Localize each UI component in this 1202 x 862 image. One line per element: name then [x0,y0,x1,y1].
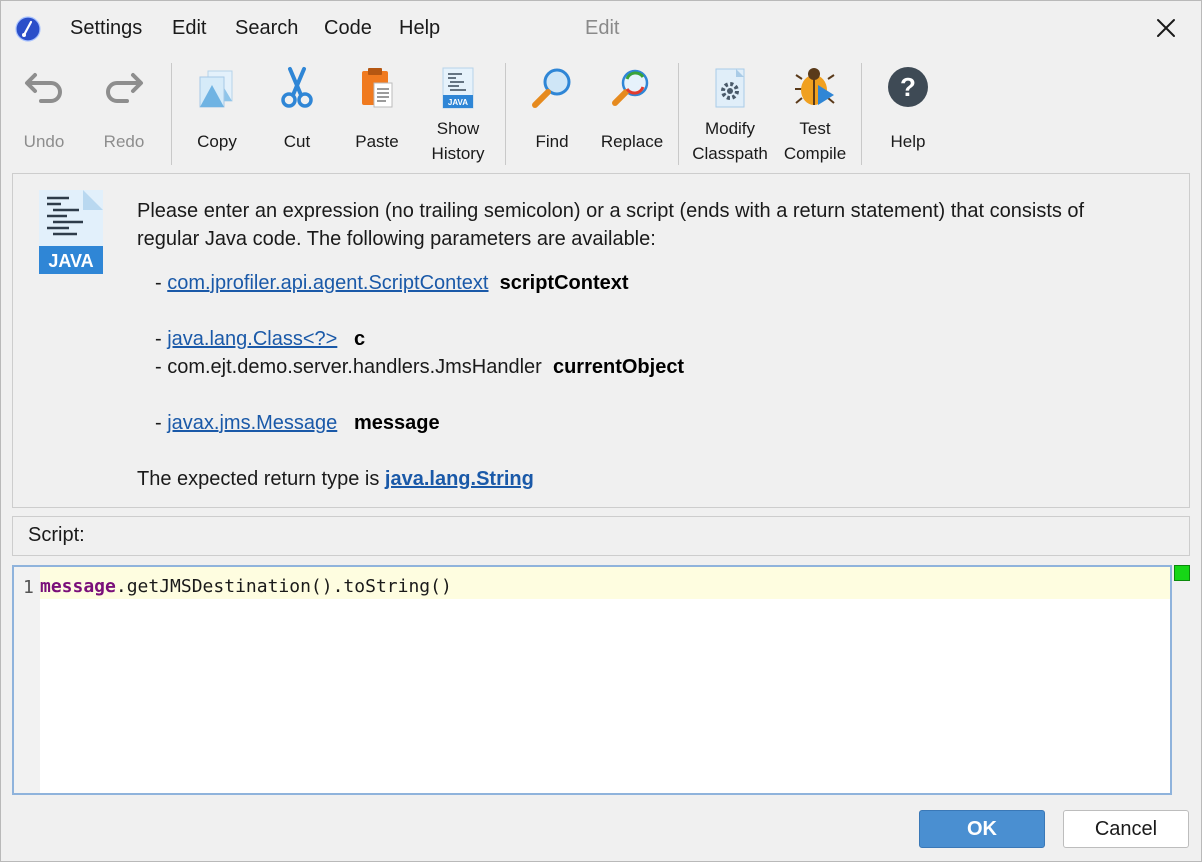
show-history-label-line1: Show [436,119,480,138]
cut-label: Cut [283,132,311,151]
intro-text-line2: regular Java code. The following paramet… [137,228,656,250]
line-number-gutter: 1 [14,567,40,793]
toolbar-separator [861,63,862,165]
copy-button[interactable]: Copy [182,57,252,169]
java-file-icon: JAVA [39,190,103,274]
param-type-link[interactable]: com.jprofiler.api.agent.ScriptContext [167,272,488,294]
replace-button[interactable]: Replace [596,57,668,169]
undo-button[interactable]: Undo [9,57,79,169]
menu-search[interactable]: Search [235,17,298,40]
copy-icon [199,70,233,108]
param-type-link[interactable]: javax.jms.Message [167,412,337,434]
cancel-button[interactable]: Cancel [1063,810,1189,848]
param-type: com.ejt.demo.server.handlers.JmsHandler [167,356,542,378]
magnifier-icon [532,68,571,108]
script-label: Script: [28,524,85,546]
edit-dialog: Settings Edit Search Code Help Edit Undo… [0,0,1202,862]
modify-classpath-button[interactable]: Modify Classpath [689,57,771,169]
redo-button[interactable]: Redo [89,57,159,169]
param-dash: - [155,328,168,350]
ok-button[interactable]: OK [919,810,1045,848]
param-row: - java.lang.Class<?> c [155,325,365,353]
return-type-text: The expected return type is java.lang.St… [137,465,534,493]
info-panel: JAVA Please enter an expression (no trai… [12,173,1190,508]
undo-icon [25,73,62,103]
param-name: scriptContext [499,272,629,294]
help-button[interactable]: ? Help [873,57,943,169]
java-history-icon: JAVA [442,67,474,109]
param-dash: - [155,412,168,434]
show-history-label-line2: History [431,144,485,163]
param-dash: - [155,356,168,378]
param-name: currentObject [552,356,685,378]
window-title: Edit [585,17,620,39]
copy-label: Copy [197,132,237,151]
toolbar-separator [171,63,172,165]
app-logo-icon [15,16,41,42]
param-row: - javax.jms.Message message [155,409,440,437]
classpath-gear-icon [715,68,745,108]
param-dash: - [155,272,168,294]
help-label: Help [890,132,926,151]
bug-icon [795,68,835,105]
test-compile-label-line2: Compile [783,144,847,163]
redo-label: Redo [103,132,145,151]
menu-code[interactable]: Code [324,17,372,40]
find-label: Find [535,132,569,151]
redo-icon [106,73,143,103]
intro-text-line1: Please enter an expression (no trailing … [137,200,1085,222]
status-ok-indicator [1174,565,1190,581]
test-compile-label-line1: Test [799,119,831,138]
script-editor[interactable]: 1 message.getJMSDestination().toString() [12,565,1172,795]
test-compile-label: Test Compile [777,116,853,166]
replace-label: Replace [600,132,664,151]
param-row: - com.jprofiler.api.agent.ScriptContext … [155,269,629,297]
modify-classpath-label-line1: Modify [704,119,756,138]
paste-label: Paste [355,132,399,151]
title-bar: Settings Edit Search Code Help Edit [1,1,1201,57]
line-number: 1 [23,577,34,598]
svg-text:JAVA: JAVA [448,98,468,107]
paste-button[interactable]: Paste [342,57,412,169]
scissors-icon [281,67,313,108]
return-type-prefix: The expected return type is [137,468,385,490]
close-icon[interactable] [1149,11,1183,45]
param-type-link[interactable]: java.lang.Class<?> [167,328,337,350]
undo-label: Undo [23,132,65,151]
test-compile-button[interactable]: Test Compile [777,57,853,169]
show-history-button[interactable]: JAVA Show History [422,57,494,169]
show-history-label: Show History [422,116,494,166]
toolbar-separator [678,63,679,165]
modify-classpath-label-line2: Classpath [692,144,768,163]
code-line: message.getJMSDestination().toString() [40,575,452,599]
param-name: message [353,412,440,434]
script-header: Script: [12,516,1190,556]
menu-settings[interactable]: Settings [70,17,142,40]
toolbar: Undo Redo Copy Cut Paste JAVA Show Histo… [1,57,1201,173]
code-keyword: message [40,576,116,597]
help-question-icon: ? [888,67,928,107]
svg-text:?: ? [900,72,916,102]
modify-classpath-label: Modify Classpath [689,116,771,166]
toolbar-separator [505,63,506,165]
cut-button[interactable]: Cut [262,57,332,169]
return-type-link[interactable]: java.lang.String [385,468,534,490]
menu-edit[interactable]: Edit [172,17,206,40]
param-row: - com.ejt.demo.server.handlers.JmsHandle… [155,353,684,381]
code-text: .getJMSDestination().toString() [115,576,452,597]
replace-icon [612,69,649,106]
java-logo-text: JAVA [48,251,93,271]
clipboard-icon [362,68,393,108]
param-name: c [354,328,366,350]
find-button[interactable]: Find [517,57,587,169]
menu-help[interactable]: Help [399,17,440,40]
